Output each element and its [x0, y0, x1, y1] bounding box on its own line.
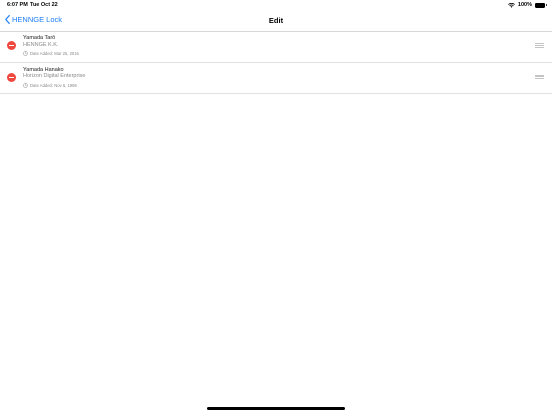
clock-icon: [23, 51, 28, 56]
battery-icon: [535, 2, 547, 8]
date-added: Date Added: Nov 5, 1996: [23, 83, 77, 88]
account-name: Yamada Hanako: [23, 66, 64, 73]
status-indicators: 100%: [508, 2, 547, 8]
account-name: Yamada Tarō: [23, 35, 56, 41]
reorder-handle-icon[interactable]: [535, 43, 544, 48]
wifi-icon: [508, 2, 515, 8]
page-title: Edit: [268, 16, 284, 25]
clock-icon: [23, 82, 28, 88]
account-list: Yamada Tarō HENNGE K.K. Date Added: Mar …: [0, 31, 552, 94]
battery-percent: 100%: [517, 2, 532, 8]
list-item: Yamada Tarō HENNGE K.K. Date Added: Mar …: [0, 31, 552, 63]
home-indicator[interactable]: [207, 407, 345, 410]
edit-screen: 6:07 PM Tue Oct 22 100% HENNGE Lock Edit…: [0, 0, 552, 414]
status-time: 6:07 PM: [7, 2, 28, 8]
list-item: Yamada Hanako Horizon Digital Enterprise…: [0, 63, 552, 94]
account-organization: Horizon Digital Enterprise: [23, 73, 86, 79]
status-bar: 6:07 PM Tue Oct 22 100%: [0, 0, 552, 11]
reorder-handle-icon[interactable]: [535, 74, 544, 80]
date-added-text: Date Added: Mar 25, 2015: [30, 51, 79, 56]
minus-circle-icon[interactable]: [7, 41, 16, 50]
navigation-bar: HENNGE Lock Edit: [0, 11, 552, 32]
status-date: Tue Oct 22: [30, 2, 58, 8]
date-added: Date Added: Mar 25, 2015: [23, 51, 79, 56]
date-added-text: Date Added: Nov 5, 1996: [30, 82, 77, 88]
minus-circle-icon[interactable]: [7, 72, 16, 82]
account-organization: HENNGE K.K.: [23, 41, 59, 48]
